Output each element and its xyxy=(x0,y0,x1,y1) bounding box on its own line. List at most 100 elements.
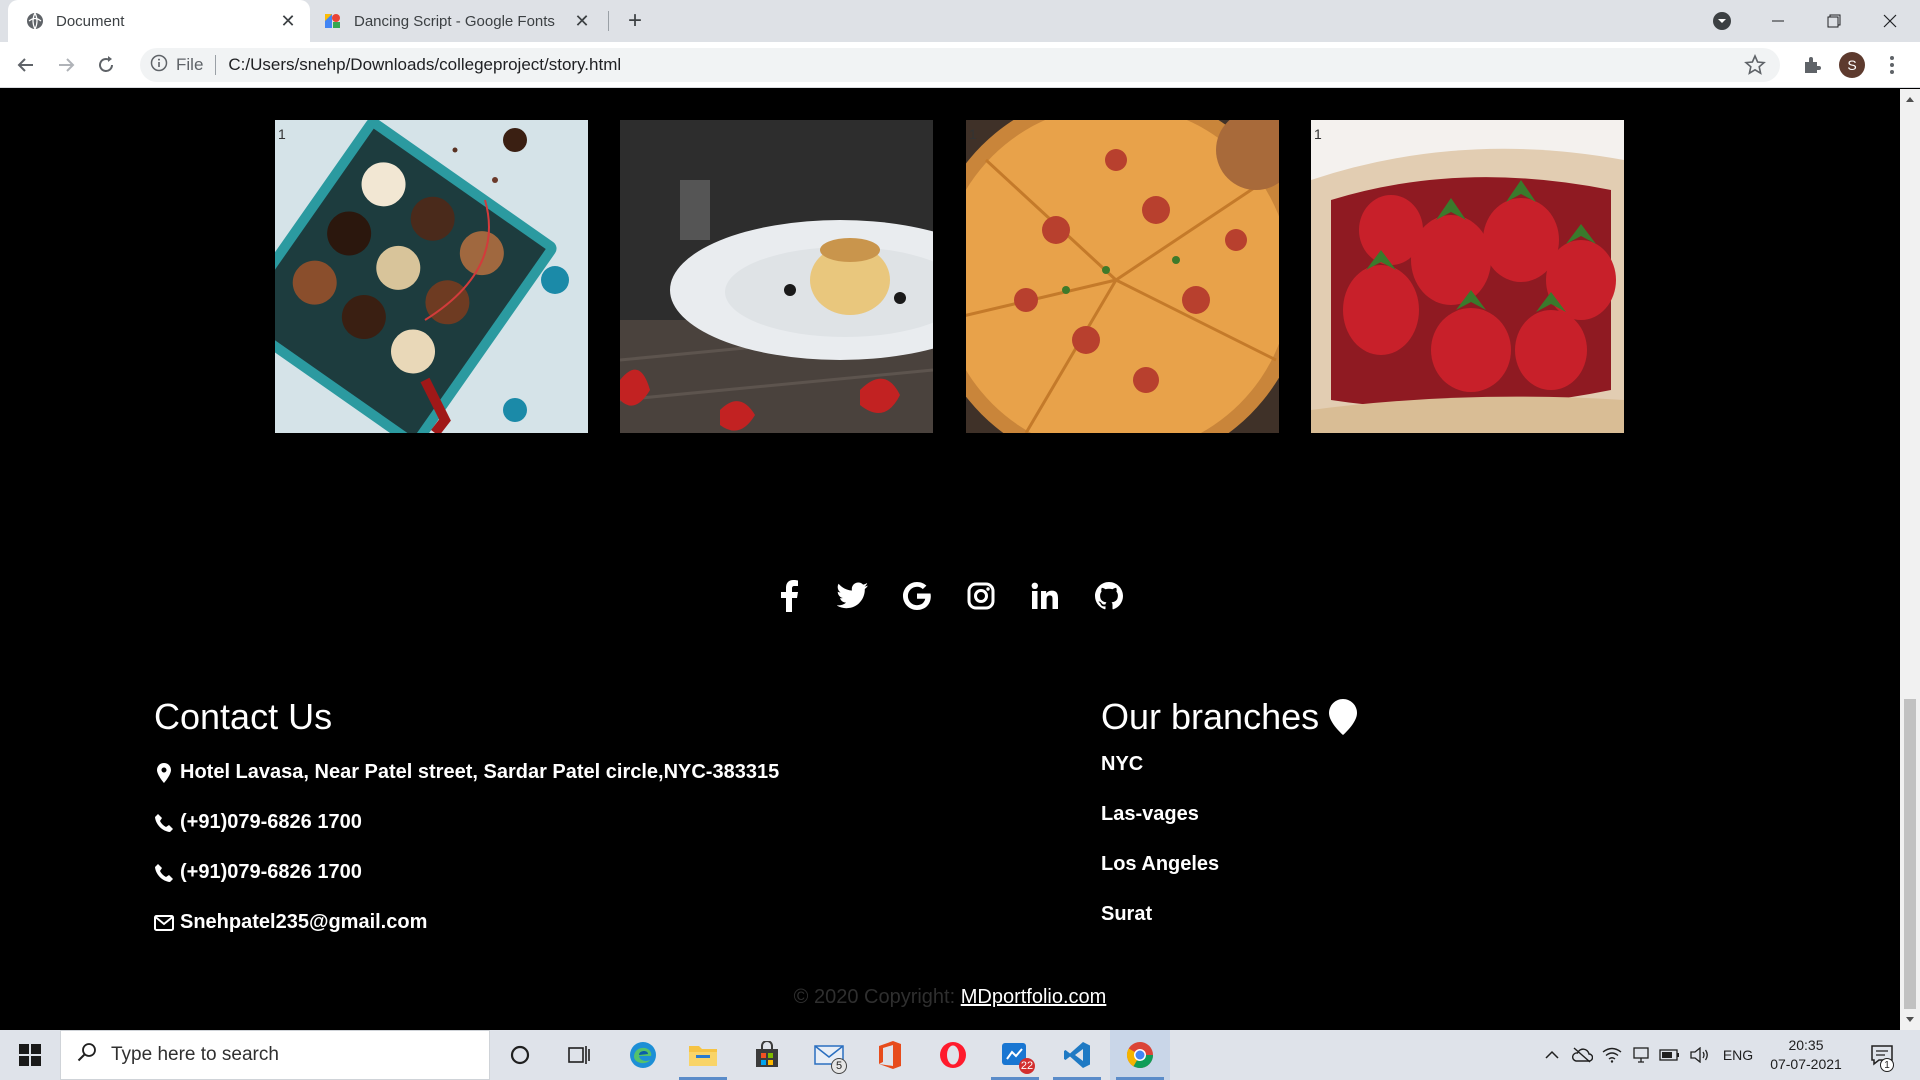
reload-icon[interactable] xyxy=(90,49,122,81)
phone-text: (+91)079-6826 1700 xyxy=(180,811,362,833)
contact-phone-2: (+91)079-6826 1700 xyxy=(154,861,362,884)
branch-item: NYC xyxy=(1101,753,1144,775)
tab-google-fonts[interactable]: Dancing Script - Google Fonts ✕ xyxy=(314,0,604,42)
scroll-up-icon[interactable] xyxy=(1900,91,1920,107)
chocolates-illustration xyxy=(275,120,588,433)
image-caption: 1 xyxy=(278,126,286,142)
mail-icon[interactable]: 5 xyxy=(799,1030,859,1080)
close-tab-icon[interactable]: ✕ xyxy=(274,7,302,35)
tab-search-icon[interactable] xyxy=(1710,9,1734,33)
extensions-icon[interactable] xyxy=(1796,49,1828,81)
linkedin-icon[interactable] xyxy=(1026,577,1064,615)
page-scrollbar[interactable] xyxy=(1900,89,1920,1030)
chrome-icon[interactable] xyxy=(1110,1030,1170,1080)
branch-item: Surat xyxy=(1101,903,1153,925)
portfolio-link[interactable]: MDportfolio.com xyxy=(961,986,1107,1008)
pizza-illustration xyxy=(966,120,1279,433)
clock-time: 20:35 xyxy=(1788,1037,1824,1053)
onedrive-icon[interactable] xyxy=(1568,1030,1596,1080)
globe-icon xyxy=(26,12,44,30)
vscode-icon[interactable] xyxy=(1047,1030,1107,1080)
action-center-icon[interactable]: 1 xyxy=(1862,1030,1902,1080)
windows-start-icon[interactable] xyxy=(0,1030,60,1080)
forward-icon[interactable] xyxy=(50,49,82,81)
copyright-text: © 2020 Copyright: xyxy=(793,986,956,1008)
twitter-icon[interactable] xyxy=(834,577,872,615)
tab-title: Document xyxy=(56,12,125,30)
language-indicator[interactable]: ENG xyxy=(1718,1030,1758,1080)
browser-toolbar: File C:/Users/snehp/Downloads/collegepro… xyxy=(0,42,1920,88)
google-icon[interactable] xyxy=(898,577,936,615)
phone-text: (+91)079-6826 1700 xyxy=(180,861,362,883)
page-content: 1 1 1 Contact Us Hotel Lavasa, Near Pate… xyxy=(0,89,1900,1030)
opera-icon[interactable] xyxy=(923,1030,983,1080)
facebook-icon[interactable] xyxy=(770,577,808,615)
google-fonts-icon xyxy=(324,12,342,30)
gallery-image-chocolates: 1 xyxy=(275,120,588,433)
branch-item: Las-vages xyxy=(1101,803,1199,825)
minimize-icon[interactable] xyxy=(1750,0,1806,42)
address-separator xyxy=(215,55,217,75)
contact-heading: Contact Us xyxy=(154,696,333,737)
back-icon[interactable] xyxy=(10,49,42,81)
phone-icon xyxy=(154,863,174,883)
edge-icon[interactable] xyxy=(613,1030,673,1080)
scroll-down-icon[interactable] xyxy=(1900,1012,1920,1028)
app-badge: 22 xyxy=(1019,1058,1035,1074)
office-icon[interactable] xyxy=(860,1030,920,1080)
messaging-app-icon[interactable]: 22 xyxy=(985,1030,1045,1080)
cortana-icon[interactable] xyxy=(490,1030,550,1080)
search-placeholder: Type here to search xyxy=(111,1044,279,1065)
footer-copyright: © 2020 Copyright: MDportfolio.com xyxy=(0,986,1900,1009)
scheme-label: File xyxy=(176,55,204,74)
clock-date: 07-07-2021 xyxy=(1770,1056,1842,1072)
store-icon[interactable] xyxy=(737,1030,797,1080)
branch-item: Los Angeles xyxy=(1101,853,1220,875)
instagram-icon[interactable] xyxy=(962,577,1000,615)
contact-address: Hotel Lavasa, Near Patel street, Sardar … xyxy=(154,761,779,784)
tab-document[interactable]: Document ✕ xyxy=(8,0,310,42)
windows-taskbar: Type here to search 5 22 ENG 20:35 07-07… xyxy=(0,1030,1920,1080)
image-caption: 1 xyxy=(1314,126,1322,142)
address-text: Hotel Lavasa, Near Patel street, Sardar … xyxy=(180,761,780,783)
social-links xyxy=(770,577,1128,617)
new-tab-button[interactable]: + xyxy=(620,6,650,36)
strawberries-illustration xyxy=(1311,120,1624,433)
menu-kebab-icon[interactable] xyxy=(1876,49,1908,81)
volume-icon[interactable] xyxy=(1686,1030,1714,1080)
close-window-icon[interactable] xyxy=(1862,0,1918,42)
contact-phone-1: (+91)079-6826 1700 xyxy=(154,811,362,834)
bookmark-star-icon[interactable] xyxy=(1744,53,1766,81)
mail-badge: 5 xyxy=(831,1058,847,1074)
tab-title: Dancing Script - Google Fonts xyxy=(354,12,555,30)
github-icon[interactable] xyxy=(1090,577,1128,615)
taskbar-clock[interactable]: 20:35 07-07-2021 xyxy=(1764,1036,1848,1074)
gallery-image-strawberries: 1 xyxy=(1311,120,1624,433)
email-text: Snehpatel235@gmail.com xyxy=(180,911,428,933)
dessert-illustration xyxy=(620,120,933,433)
image-caption: 1 xyxy=(969,126,977,142)
address-bar[interactable]: File C:/Users/snehp/Downloads/collegepro… xyxy=(140,48,1780,82)
branches-heading: Our branches xyxy=(1101,696,1320,737)
profile-avatar[interactable]: S xyxy=(1836,49,1868,81)
gallery-image-dessert xyxy=(620,120,933,433)
wifi-icon[interactable] xyxy=(1598,1030,1626,1080)
battery-icon[interactable] xyxy=(1656,1030,1684,1080)
cast-icon[interactable] xyxy=(1628,1030,1654,1080)
map-marker-icon xyxy=(154,762,174,783)
gallery-image-pizza: 1 xyxy=(966,120,1279,433)
file-explorer-icon[interactable] xyxy=(673,1030,733,1080)
restore-icon[interactable] xyxy=(1806,0,1862,42)
phone-icon xyxy=(154,813,174,833)
contact-email: Snehpatel235@gmail.com xyxy=(154,911,427,934)
show-hidden-icons-chevron-icon[interactable] xyxy=(1540,1030,1564,1080)
search-icon xyxy=(77,1042,97,1068)
url-text: C:/Users/snehp/Downloads/collegeproject/… xyxy=(228,55,622,74)
taskbar-search-input[interactable]: Type here to search xyxy=(60,1030,490,1080)
browser-tab-bar: Document ✕ Dancing Script - Google Fonts… xyxy=(0,0,1920,42)
info-icon[interactable] xyxy=(150,54,168,77)
branches-heading-row: Our branches xyxy=(1101,696,1358,738)
scroll-thumb[interactable] xyxy=(1904,699,1916,1009)
close-tab-icon[interactable]: ✕ xyxy=(568,7,596,35)
task-view-icon[interactable] xyxy=(550,1030,610,1080)
